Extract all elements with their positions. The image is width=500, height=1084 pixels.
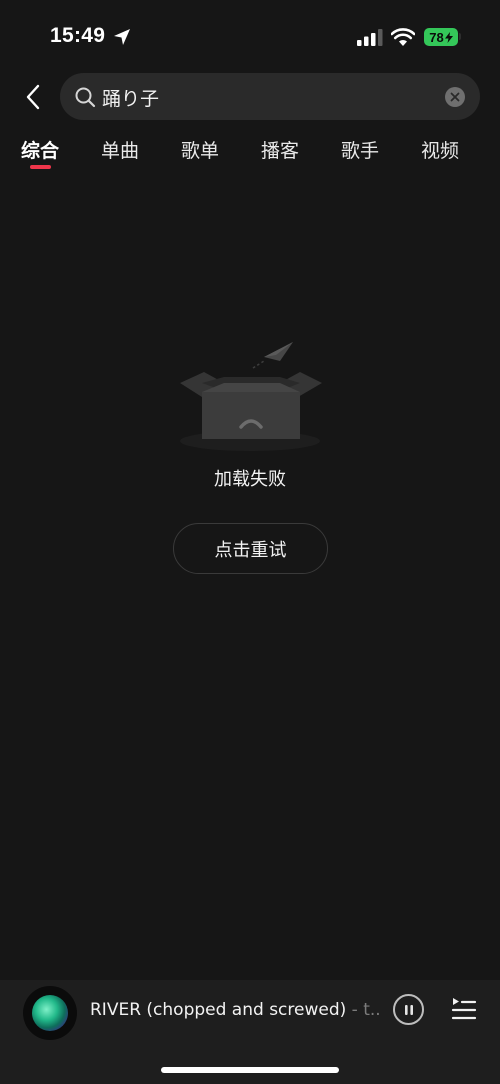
tab-videos[interactable]: 视频: [421, 136, 459, 163]
battery-level: 78: [429, 29, 444, 45]
track-title: RIVER (chopped and screwed): [90, 1000, 347, 1020]
playlist-icon[interactable]: [451, 997, 477, 1021]
retry-button[interactable]: 点击重试: [173, 523, 328, 574]
search-icon: [75, 87, 96, 108]
active-tab-indicator: [30, 165, 51, 169]
album-cover: [32, 995, 68, 1031]
battery-icon: 78: [424, 28, 458, 46]
home-indicator: [161, 1067, 339, 1073]
album-art[interactable]: [23, 986, 77, 1040]
battery-cap: [459, 33, 461, 40]
empty-box-icon: [180, 342, 322, 451]
back-chevron-icon: [26, 84, 40, 110]
wifi-icon: [391, 28, 415, 46]
tab-songs[interactable]: 单曲: [101, 136, 139, 163]
search-input[interactable]: 踊り子: [60, 73, 480, 120]
tab-artists[interactable]: 歌手: [341, 136, 379, 163]
clear-icon: [450, 92, 460, 102]
status-time: 15:49: [50, 24, 106, 47]
status-bar: 15:49 78: [0, 0, 500, 70]
search-query[interactable]: 踊り子: [102, 84, 159, 111]
cellular-signal-icon: [357, 29, 383, 46]
tab-comprehensive[interactable]: 综合: [21, 136, 59, 163]
now-playing-track[interactable]: RIVER (chopped and screwed) - t...: [90, 1000, 382, 1020]
load-failed-message: 加载失败: [214, 469, 286, 490]
tab-playlists[interactable]: 歌单: [181, 136, 219, 163]
charging-bolt-icon: [444, 31, 453, 43]
clear-search-button[interactable]: [445, 87, 465, 107]
tab-podcasts[interactable]: 播客: [261, 136, 299, 163]
pause-button[interactable]: [393, 994, 424, 1025]
back-button[interactable]: [18, 80, 48, 114]
search-category-tabs: 综合 单曲 歌单 播客 歌手 视频: [0, 136, 500, 176]
pause-icon: [404, 1004, 413, 1015]
location-arrow-icon: [114, 29, 130, 45]
track-artist-truncated: - t...: [351, 1000, 382, 1020]
